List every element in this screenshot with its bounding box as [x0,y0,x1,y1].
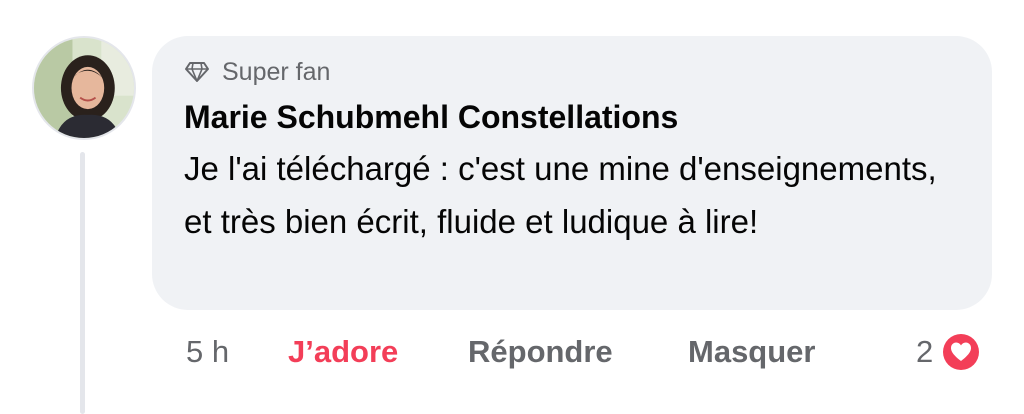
avatar[interactable] [32,36,136,140]
reaction-count: 2 [916,334,934,369]
comment-actions: 5 h J’adore Répondre Masquer [186,330,815,374]
timestamp[interactable]: 5 h [186,334,288,370]
author-name[interactable]: Marie Schubmehl Constellations [184,96,960,138]
badge-label: Super fan [222,57,331,86]
comment-text: Je l'ai téléchargé : c'est une mine d'en… [184,150,937,240]
reply-button[interactable]: Répondre [468,334,688,370]
profile-photo [34,38,134,138]
love-reaction-button[interactable]: J’adore [288,334,468,370]
comment-bubble: Super fan Marie Schubmehl Constellations… [152,36,992,310]
thread-line [80,152,85,414]
heart-reaction-icon [939,330,984,374]
super-fan-badge: Super fan [184,54,960,90]
comment: Super fan Marie Schubmehl Constellations… [0,0,1024,414]
diamond-icon [184,61,210,83]
reaction-summary[interactable]: 2 [916,330,984,374]
hide-button[interactable]: Masquer [688,334,815,370]
